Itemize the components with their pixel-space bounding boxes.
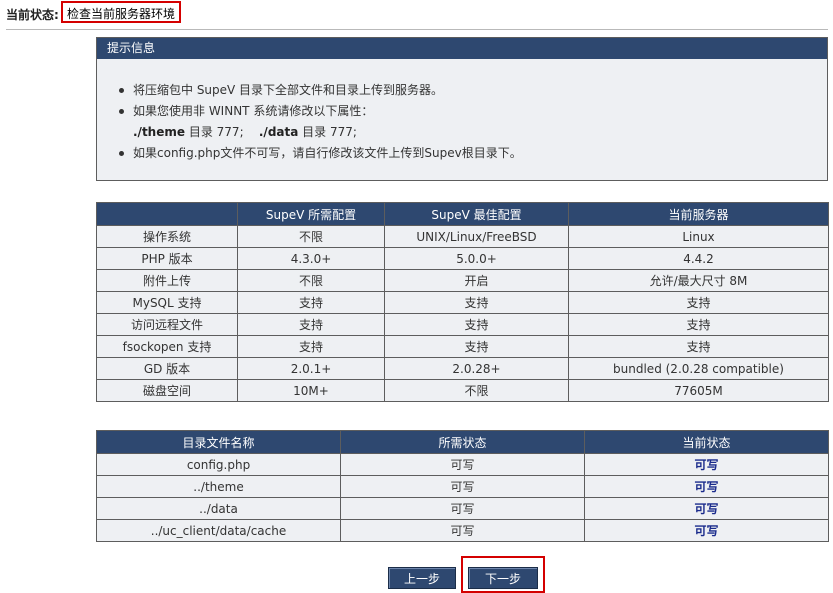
current-status: 可写 xyxy=(584,519,829,542)
table-row: 磁盘空间 10M+ 不限 77605M xyxy=(96,379,829,402)
config-item: fsockopen 支持 xyxy=(96,335,238,358)
config-header-cell: SupeV 最佳配置 xyxy=(384,202,569,226)
tip-item: 将压缩包中 SupeV 目录下全部文件和目录上传到服务器。 xyxy=(117,80,522,101)
table-row: MySQL 支持 支持 支持 支持 xyxy=(96,291,829,314)
status-value: 检查当前服务器环境 xyxy=(61,1,182,23)
required-value: 4.3.0+ xyxy=(237,247,385,270)
required-value: 2.0.1+ xyxy=(237,357,385,380)
required-value: 支持 xyxy=(237,313,385,336)
perm-theme-path: ./theme xyxy=(133,125,186,139)
current-value: 77605M xyxy=(568,379,829,402)
dir-header-cell: 所需状态 xyxy=(340,430,585,454)
dir-name: ../theme xyxy=(96,475,341,498)
dir-header-cell: 目录文件名称 xyxy=(96,430,341,454)
best-value: 支持 xyxy=(384,291,569,314)
status-bar: 当前状态: 检查当前服务器环境 xyxy=(0,0,833,29)
dir-header-cell: 当前状态 xyxy=(584,430,829,454)
dir-name: ../uc_client/data/cache xyxy=(96,519,341,542)
config-table: SupeV 所需配置 SupeV 最佳配置 当前服务器 操作系统 不限 UNIX… xyxy=(96,202,829,402)
required-status: 可写 xyxy=(340,497,585,520)
tip-permissions: ./theme 目录 777; ./data 目录 777; xyxy=(117,122,522,143)
required-status: 可写 xyxy=(340,475,585,498)
tip-title: 提示信息 xyxy=(97,38,827,59)
tip-item: 如果您使用非 WINNT 系统请修改以下属性： xyxy=(117,101,522,122)
table-row: ../data 可写 可写 xyxy=(96,497,829,520)
next-step-button[interactable]: 下一步 xyxy=(468,567,538,589)
current-value: 允许/最大尺寸 8M xyxy=(568,269,829,292)
directory-table: 目录文件名称 所需状态 当前状态 config.php 可写 可写 ../the… xyxy=(96,430,829,542)
config-item: GD 版本 xyxy=(96,357,238,380)
table-row: ../theme 可写 可写 xyxy=(96,475,829,498)
best-value: 2.0.28+ xyxy=(384,357,569,380)
best-value: 5.0.0+ xyxy=(384,247,569,270)
config-item: 附件上传 xyxy=(96,269,238,292)
current-status: 可写 xyxy=(584,497,829,520)
current-status: 可写 xyxy=(584,453,829,476)
tip-list: 将压缩包中 SupeV 目录下全部文件和目录上传到服务器。 如果您使用非 WIN… xyxy=(117,80,522,164)
dir-header-row: 目录文件名称 所需状态 当前状态 xyxy=(96,430,829,454)
required-value: 10M+ xyxy=(237,379,385,402)
perm-theme-text: 目录 777; xyxy=(188,125,244,139)
dir-name: config.php xyxy=(96,453,341,476)
current-value: Linux xyxy=(568,225,829,248)
perm-data-path: ./data xyxy=(258,125,299,139)
perm-data-text: 目录 777; xyxy=(302,125,357,139)
best-value: 不限 xyxy=(384,379,569,402)
best-value: UNIX/Linux/FreeBSD xyxy=(384,225,569,248)
current-value: 4.4.2 xyxy=(568,247,829,270)
config-item: MySQL 支持 xyxy=(96,291,238,314)
status-label: 当前状态: xyxy=(6,8,59,22)
config-header-cell: SupeV 所需配置 xyxy=(237,202,385,226)
table-row: fsockopen 支持 支持 支持 支持 xyxy=(96,335,829,358)
config-header-cell xyxy=(96,202,238,226)
required-value: 不限 xyxy=(237,225,385,248)
best-value: 支持 xyxy=(384,313,569,336)
config-item: 磁盘空间 xyxy=(96,379,238,402)
config-item: PHP 版本 xyxy=(96,247,238,270)
table-row: config.php 可写 可写 xyxy=(96,453,829,476)
required-value: 支持 xyxy=(237,335,385,358)
table-row: GD 版本 2.0.1+ 2.0.28+ bundled (2.0.28 com… xyxy=(96,357,829,380)
config-item: 操作系统 xyxy=(96,225,238,248)
current-value: 支持 xyxy=(568,291,829,314)
config-header-row: SupeV 所需配置 SupeV 最佳配置 当前服务器 xyxy=(96,202,829,226)
config-header-cell: 当前服务器 xyxy=(568,202,829,226)
required-value: 不限 xyxy=(237,269,385,292)
table-row: 访问远程文件 支持 支持 支持 xyxy=(96,313,829,336)
required-value: 支持 xyxy=(237,291,385,314)
tip-item: 如果config.php文件不可写，请自行修改该文件上传到Supev根目录下。 xyxy=(117,143,522,164)
dir-name: ../data xyxy=(96,497,341,520)
current-value: bundled (2.0.28 compatible) xyxy=(568,357,829,380)
table-row: PHP 版本 4.3.0+ 5.0.0+ 4.4.2 xyxy=(96,247,829,270)
required-status: 可写 xyxy=(340,453,585,476)
best-value: 开启 xyxy=(384,269,569,292)
status-divider xyxy=(6,29,828,30)
prev-step-button[interactable]: 上一步 xyxy=(388,567,456,589)
config-item: 访问远程文件 xyxy=(96,313,238,336)
table-row: 操作系统 不限 UNIX/Linux/FreeBSD Linux xyxy=(96,225,829,248)
current-status: 可写 xyxy=(584,475,829,498)
current-value: 支持 xyxy=(568,313,829,336)
tip-panel: 提示信息 将压缩包中 SupeV 目录下全部文件和目录上传到服务器。 如果您使用… xyxy=(96,37,828,181)
table-row: 附件上传 不限 开启 允许/最大尺寸 8M xyxy=(96,269,829,292)
current-value: 支持 xyxy=(568,335,829,358)
table-row: ../uc_client/data/cache 可写 可写 xyxy=(96,519,829,542)
required-status: 可写 xyxy=(340,519,585,542)
best-value: 支持 xyxy=(384,335,569,358)
